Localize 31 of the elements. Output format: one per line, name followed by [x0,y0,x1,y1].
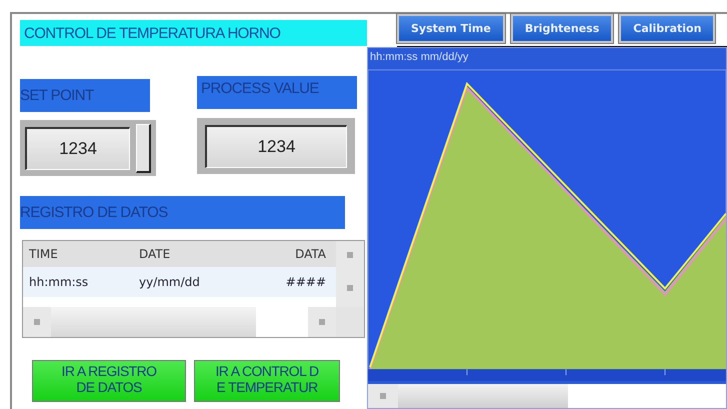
square-icon [319,319,325,325]
slider-thumb[interactable] [136,124,151,172]
section-title: REGISTRO DE DATOS [20,196,345,229]
tab[interactable]: Calibration [619,14,716,43]
table-cell-text: yy/mm/dd [139,275,201,289]
scroll-button[interactable] [368,384,398,408]
value-display: 1234 [205,124,347,168]
column-header: DATA [294,247,327,261]
column-header: DATE [139,247,172,261]
tab[interactable]: Brighteness [510,14,614,43]
field-label: PROCESS VALUE [197,76,357,109]
table-cell-text: #### [284,275,327,289]
table-cell-text: hh:mm:ss [29,275,90,289]
column-header: TIME [29,247,59,261]
timestamp: hh:mm:ss mm/dd/yy [369,50,470,65]
square-icon [347,285,353,291]
scroll-button[interactable] [23,307,51,337]
scrollbar-thumb[interactable] [51,307,256,337]
square-icon [380,393,386,399]
nav-button[interactable]: IR A REGISTRO DE DATOS [32,360,186,402]
scroll-button[interactable] [308,307,336,337]
scroll-button[interactable] [336,269,364,307]
value-display: 1234 [25,126,130,170]
tab[interactable]: System Time [397,14,505,43]
screen-title: CONTROL DE TEMPERATURA HORNO [20,20,367,46]
nav-button[interactable]: IR A CONTROL D E TEMPERATUR [194,360,340,402]
square-icon [347,252,353,258]
square-icon [34,319,40,325]
field-label: SET POINT [20,79,150,112]
scroll-button[interactable] [336,241,364,269]
scrollbar-thumb[interactable] [398,384,568,408]
